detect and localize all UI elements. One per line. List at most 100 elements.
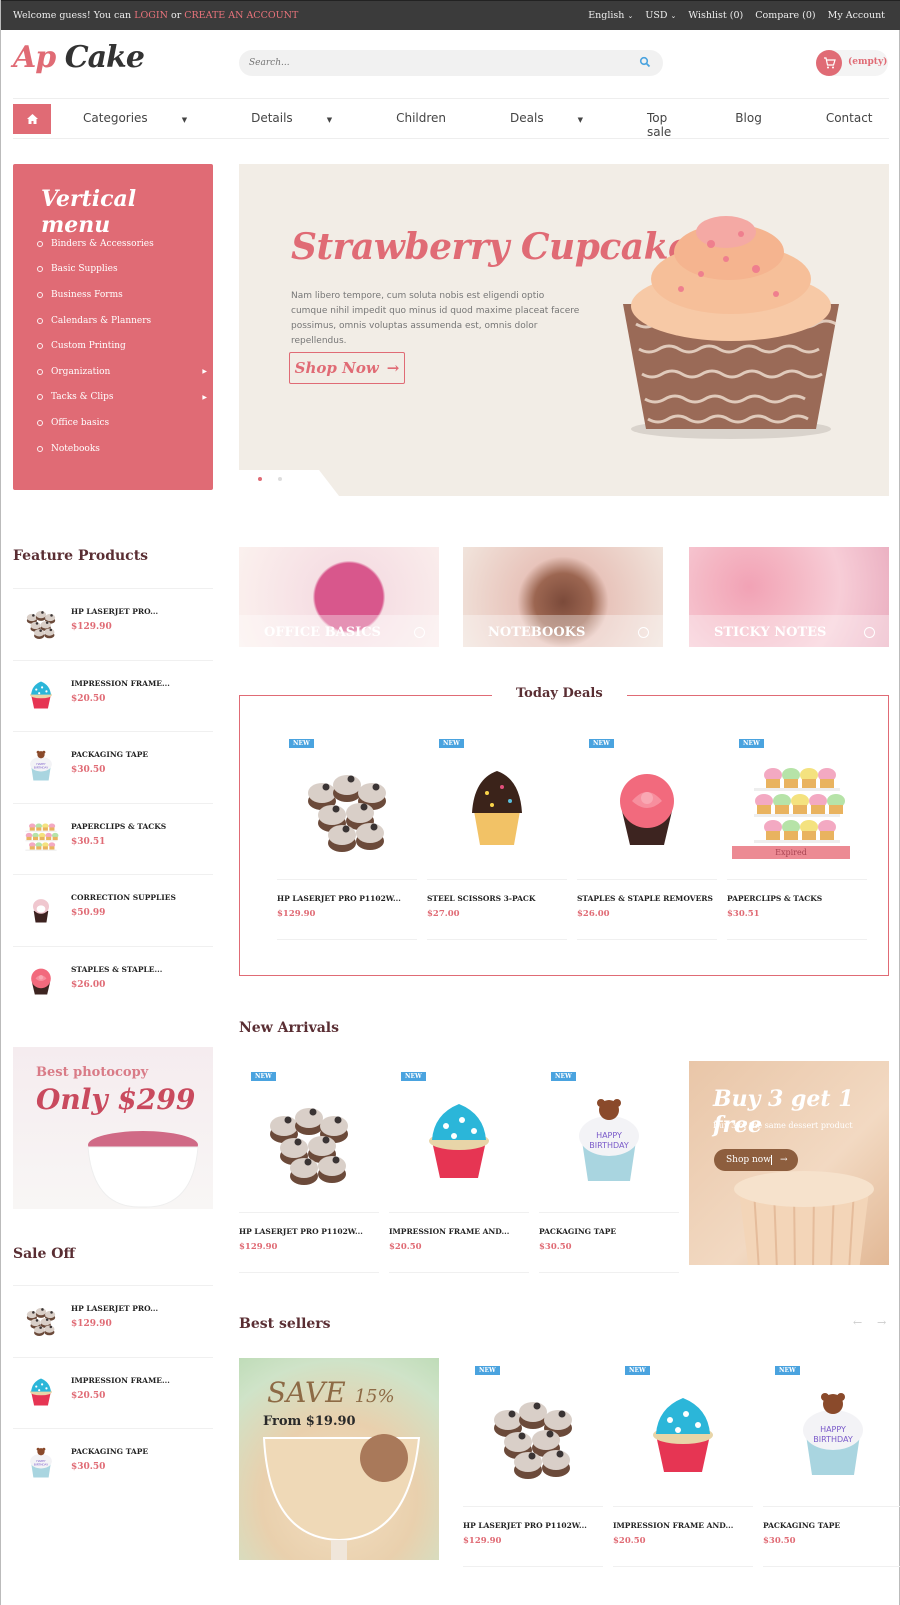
nav-item-deals[interactable]: Deals ▼	[510, 111, 615, 139]
home-button[interactable]	[13, 104, 51, 134]
product-name[interactable]: PAPERCLIPS & TACKS	[71, 822, 166, 831]
search-icon[interactable]	[639, 56, 651, 68]
vertical-menu-item[interactable]: Notebooks	[37, 436, 207, 462]
feature-products-title: Feature Products	[13, 548, 149, 564]
product-list-item[interactable]: HP LASERJET PRO... $129.90	[13, 588, 213, 660]
compare-link[interactable]: Compare (0)	[755, 10, 815, 21]
category-banner-notebooks[interactable]: NOTEBOOKS	[463, 547, 663, 647]
product-image[interactable]	[404, 1086, 514, 1196]
vertical-menu-item[interactable]: Tacks & Clips ▶	[37, 385, 207, 411]
login-link[interactable]: LOGIN	[134, 10, 168, 21]
category-banner-office-basics[interactable]: OFFICE BASICS	[239, 547, 439, 647]
search-input[interactable]	[239, 50, 619, 76]
product-list-item[interactable]: IMPRESSION FRAME... $20.50	[13, 1356, 213, 1429]
product-list-item[interactable]: STAPLES & STAPLE... $26.00	[13, 945, 213, 1018]
product-name[interactable]: PACKAGING TAPE	[71, 750, 148, 759]
product-thumbnail[interactable]	[21, 1372, 61, 1412]
wishlist-link[interactable]: Wishlist (0)	[688, 10, 743, 21]
divider	[763, 1506, 900, 1507]
vertical-menu-item[interactable]: Organization ▶	[37, 359, 207, 385]
product-name[interactable]: IMPRESSION FRAME AND...	[613, 1521, 733, 1530]
next-arrow-icon[interactable]: →	[877, 1316, 886, 1329]
product-image[interactable]: HAPPY BIRTHDAY	[778, 1380, 888, 1490]
category-label: STICKY NOTES	[714, 625, 827, 640]
nav-item-details[interactable]: Details ▼	[251, 111, 364, 139]
product-price: $50.99	[71, 908, 106, 918]
product-thumbnail[interactable]	[21, 961, 61, 1001]
product-name[interactable]: PACKAGING TAPE	[539, 1227, 616, 1236]
cart-button[interactable]: (empty)	[816, 50, 888, 76]
plus-circle-icon	[864, 627, 875, 638]
product-thumbnail[interactable]	[21, 675, 61, 715]
vertical-menu-item[interactable]: Binders & Accessories	[37, 231, 207, 257]
language-selector[interactable]: English ⌄	[588, 10, 633, 21]
vertical-menu-item[interactable]: Calendars & Planners	[37, 308, 207, 334]
product-name[interactable]: CORRECTION SUPPLIES	[71, 893, 176, 902]
product-thumbnail[interactable]	[21, 889, 61, 929]
product-price: $30.50	[71, 765, 106, 775]
slider-dot-2[interactable]	[278, 477, 282, 481]
menu-item-label: Custom Printing	[51, 341, 126, 352]
product-thumbnail[interactable]	[21, 818, 61, 858]
product-list-item[interactable]: HAPPY BIRTHDAY PACKAGING TAPE $30.50	[13, 731, 213, 803]
nav-item-label: Contact	[825, 111, 873, 125]
product-image[interactable]	[478, 1380, 588, 1490]
shop-now-small-button[interactable]: Shop now →	[714, 1149, 798, 1171]
product-name[interactable]: STEEL SCISSORS 3-PACK	[427, 894, 535, 903]
plus-circle-icon	[638, 627, 649, 638]
oreo-cupcakes-image	[270, 1108, 348, 1185]
product-thumbnail[interactable]: HAPPY BIRTHDAY	[21, 746, 61, 786]
nav-item-categories[interactable]: Categories ▼	[83, 111, 219, 139]
prev-arrow-icon[interactable]: ←	[853, 1316, 862, 1329]
product-image[interactable]	[254, 1086, 364, 1196]
product-name[interactable]: IMPRESSION FRAME...	[71, 679, 170, 688]
product-list-item[interactable]: PAPERCLIPS & TACKS $30.51	[13, 802, 213, 875]
product-name[interactable]: HP LASERJET PRO P1102W...	[463, 1521, 587, 1530]
product-thumbnail[interactable]	[21, 1300, 61, 1340]
category-banner-sticky-notes[interactable]: STICKY NOTES	[689, 547, 889, 647]
product-image[interactable]	[442, 753, 552, 863]
product-name[interactable]: HP LASERJET PRO...	[71, 607, 158, 616]
svg-text:BIRTHDAY: BIRTHDAY	[34, 1463, 48, 1467]
product-list-item[interactable]: IMPRESSION FRAME... $20.50	[13, 659, 213, 732]
product-image[interactable]	[292, 753, 402, 863]
nav-item-top-sale[interactable]: Top sale	[647, 111, 703, 139]
vertical-menu-item[interactable]: Basic Supplies	[37, 257, 207, 283]
product-image[interactable]: HAPPY BIRTHDAY	[554, 1086, 664, 1196]
promo-banner-photocopy[interactable]: Best photocopy Only $299	[13, 1047, 213, 1209]
product-thumbnail[interactable]: HAPPY BIRTHDAY	[21, 1443, 61, 1483]
shop-now-button[interactable]: Shop Now →	[289, 352, 405, 384]
product-name[interactable]: PAPERCLIPS & TACKS	[727, 894, 822, 903]
promo-banner-buy3[interactable]: Buy 3 get 1 free Buy 3 of the same desse…	[689, 1061, 889, 1265]
product-name[interactable]: PACKAGING TAPE	[71, 1447, 148, 1456]
product-list-item[interactable]: HAPPY BIRTHDAY PACKAGING TAPE $30.50	[13, 1428, 213, 1500]
product-image[interactable]	[592, 753, 702, 863]
cart-icon	[816, 50, 842, 76]
product-name[interactable]: STAPLES & STAPLE REMOVERS	[577, 894, 713, 903]
product-name[interactable]: IMPRESSION FRAME AND...	[389, 1227, 509, 1236]
product-price: $30.50	[763, 1536, 796, 1546]
vertical-menu-item[interactable]: Custom Printing	[37, 333, 207, 359]
slider-pagination	[239, 470, 339, 496]
product-thumbnail[interactable]	[21, 603, 61, 643]
product-name[interactable]: IMPRESSION FRAME...	[71, 1376, 170, 1385]
vertical-menu-item[interactable]: Business Forms	[37, 282, 207, 308]
product-name[interactable]: HP LASERJET PRO P1102W...	[277, 894, 401, 903]
product-name[interactable]: HP LASERJET PRO P1102W...	[239, 1227, 363, 1236]
promo-banner-save[interactable]: SAVE 15% From $19.90	[239, 1358, 439, 1560]
product-list-item[interactable]: HP LASERJET PRO... $129.90	[13, 1285, 213, 1357]
product-name[interactable]: STAPLES & STAPLE...	[71, 965, 162, 974]
logo[interactable]: Ap Cake	[13, 40, 145, 75]
create-account-link[interactable]: CREATE AN ACCOUNT	[184, 10, 298, 21]
product-name[interactable]: PACKAGING TAPE	[763, 1521, 840, 1530]
product-name[interactable]: HP LASERJET PRO...	[71, 1304, 158, 1313]
nav-item-children[interactable]: Children	[396, 111, 478, 139]
currency-selector[interactable]: USD ⌄	[645, 10, 676, 21]
product-list-item[interactable]: CORRECTION SUPPLIES $50.99	[13, 874, 213, 946]
vertical-menu-item[interactable]: Office basics	[37, 410, 207, 436]
my-account-link[interactable]: My Account	[828, 10, 885, 21]
product-image[interactable]	[628, 1380, 738, 1490]
nav-item-blog[interactable]: Blog	[735, 111, 794, 139]
nav-item-contact[interactable]: Contact	[826, 111, 900, 139]
slider-dot-1[interactable]	[258, 477, 262, 481]
